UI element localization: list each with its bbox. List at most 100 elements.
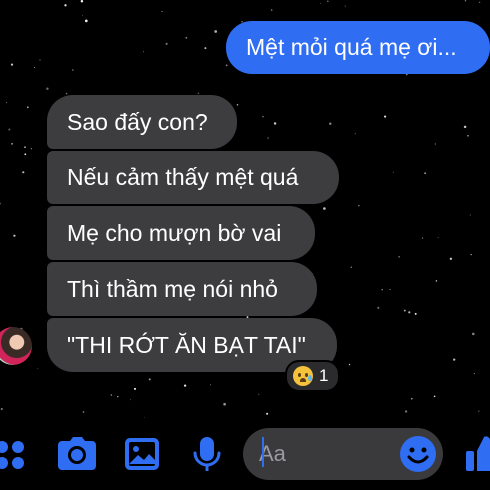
star: [30, 148, 33, 150]
star: [10, 63, 14, 66]
star: [473, 372, 476, 375]
star: [464, 0, 467, 2]
star: [236, 104, 239, 106]
star: [117, 395, 119, 398]
apps-icon[interactable]: [0, 438, 28, 472]
star: [267, 137, 269, 139]
star: [404, 410, 408, 413]
star: [148, 378, 151, 381]
star: [350, 266, 352, 268]
message-bubble-received[interactable]: Thì thầm mẹ nói nhỏ: [47, 262, 317, 316]
star: [82, 411, 85, 413]
star: [479, 1, 481, 3]
message-text: "THI RỚT ĂN BẠT TAI": [67, 331, 306, 358]
star: [453, 358, 456, 361]
message-text: Nếu cảm thấy mệt quá: [67, 164, 299, 190]
star: [46, 87, 49, 90]
reaction-count: 1: [319, 366, 329, 385]
star: [266, 412, 269, 415]
star: [6, 102, 8, 104]
star: [320, 2, 322, 4]
star: [130, 399, 132, 401]
star: [437, 237, 439, 239]
star: [414, 312, 417, 315]
star: [133, 387, 137, 390]
star: [406, 73, 408, 76]
star: [0, 407, 3, 411]
star: [82, 15, 84, 17]
star: [469, 214, 471, 216]
star: [411, 397, 413, 400]
message-text: Sao đấy con?: [67, 108, 208, 135]
star: [381, 289, 383, 291]
message-input[interactable]: [259, 436, 389, 472]
star: [185, 36, 188, 39]
star: [37, 367, 39, 369]
star: [433, 395, 436, 398]
star: [408, 311, 411, 314]
star: [384, 115, 387, 118]
star: [348, 363, 351, 366]
star: [329, 122, 332, 125]
star: [65, 92, 68, 95]
star: [24, 153, 27, 156]
star: [377, 306, 380, 309]
star: [344, 5, 346, 7]
star: [80, 0, 84, 3]
star: [214, 30, 218, 33]
star: [323, 207, 326, 210]
star: [435, 280, 438, 282]
star: [327, 0, 329, 2]
star: [8, 128, 11, 131]
star: [223, 402, 226, 406]
star: [34, 67, 36, 68]
star: [26, 106, 29, 109]
like-icon[interactable]: [462, 433, 490, 473]
star: [463, 125, 467, 129]
star: [392, 171, 394, 173]
star: [22, 171, 25, 174]
text-caret: [262, 437, 264, 467]
star: [424, 172, 426, 174]
gallery-icon[interactable]: [124, 437, 160, 471]
star: [39, 59, 41, 61]
message-bubble-received[interactable]: Nếu cảm thấy mệt quá: [47, 151, 339, 204]
camera-icon[interactable]: [57, 437, 97, 471]
star: [273, 122, 277, 125]
star: [421, 237, 424, 239]
sad-tear-face-icon: [293, 366, 313, 386]
star: [110, 394, 113, 396]
star: [64, 4, 67, 7]
message-bubble-sent[interactable]: Mệt mỏi quá mẹ ơi...: [226, 21, 490, 74]
star: [434, 143, 436, 145]
star: [470, 253, 472, 256]
star: [258, 393, 260, 395]
star: [204, 47, 207, 50]
star: [183, 384, 187, 387]
star: [471, 332, 475, 336]
star: [161, 11, 163, 12]
emoji-icon[interactable]: [399, 435, 437, 473]
star: [398, 255, 401, 258]
star: [403, 309, 406, 312]
star: [225, 64, 228, 67]
star: [165, 42, 168, 45]
star: [13, 234, 16, 237]
star: [262, 115, 264, 118]
star: [197, 92, 200, 95]
chat-screen: Mệt mỏi quá mẹ ơi... Sao đấy con? Nếu cả…: [0, 0, 490, 490]
star: [467, 134, 469, 137]
star: [84, 19, 88, 23]
star: [72, 69, 74, 71]
star: [354, 133, 356, 135]
star: [389, 289, 391, 290]
message-bubble-received[interactable]: Sao đấy con?: [47, 95, 237, 149]
message-bubble-received[interactable]: Mẹ cho mượn bờ vai: [47, 206, 315, 260]
microphone-icon[interactable]: [192, 436, 222, 474]
star: [24, 146, 26, 148]
star: [270, 9, 273, 11]
star: [449, 257, 453, 260]
star: [11, 142, 14, 145]
message-reaction[interactable]: 1: [285, 360, 341, 392]
star: [143, 51, 145, 53]
